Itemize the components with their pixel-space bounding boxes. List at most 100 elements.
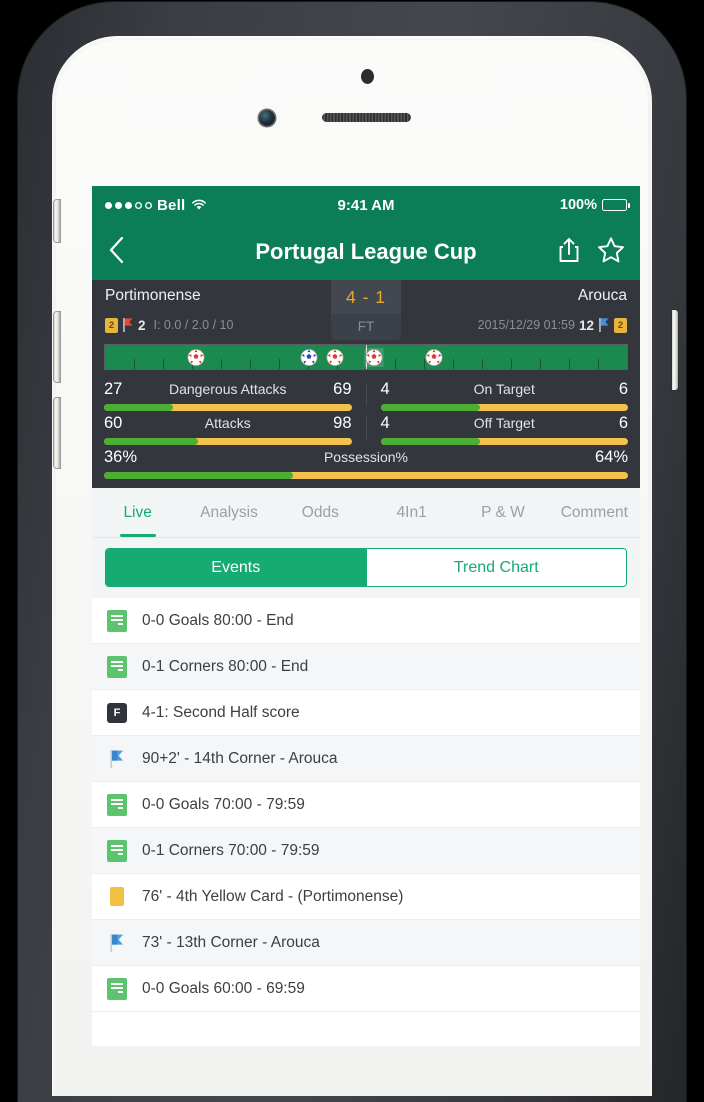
volume-up-button[interactable] [54,312,60,382]
navigation-bar: Portugal League Cup [92,224,640,280]
back-button[interactable] [106,236,134,268]
timeline-tick [569,359,570,369]
home-yellow-card-badge: 2 [105,317,118,333]
note-icon [106,839,128,863]
stats-row-1: 27 Dangerous Attacks 69 4 On Target 6 [104,377,628,411]
goal-marker-icon [424,348,443,367]
corner-flag-icon [106,747,128,771]
home-team-name: Portimonense [105,287,201,304]
goal-marker-icon [299,348,318,367]
signal-dot [125,201,132,209]
stat-on-target: 4 On Target 6 [380,377,628,411]
wifi-icon [191,199,207,211]
goal-timeline[interactable] [104,344,628,370]
goal-marker-icon [187,348,206,367]
fulltime-icon: F [106,701,128,725]
stat-possession: 36% Possession% 64% [104,445,628,479]
silent-switch[interactable] [54,200,60,242]
event-label: 0-1 Corners 80:00 - End [142,657,309,675]
note-icon [106,977,128,1001]
timeline-tick [598,359,599,369]
stat-divider [365,383,367,405]
event-label: 4-1: Second Half score [142,703,300,721]
volume-down-button[interactable] [54,398,60,468]
favorite-button[interactable] [596,235,626,270]
goal-timeline-container [92,339,640,377]
goal-marker-icon [364,348,384,367]
stat-away-value: 64% [594,448,628,466]
stat-away-value: 69 [333,380,352,398]
power-button[interactable] [672,310,678,390]
tab-analysis[interactable]: Analysis [183,488,274,537]
event-row[interactable]: F 4-1: Second Half score [92,690,640,736]
timeline-tick [453,359,454,369]
tab-odds[interactable]: Odds [275,488,366,537]
yellow-card-icon [106,885,128,909]
event-label: 76' - 4th Yellow Card - (Portimonense) [142,887,404,905]
timeline-tick [163,359,164,369]
stat-title: On Target [473,381,535,397]
match-statistics: 27 Dangerous Attacks 69 4 On Target 6 60 [92,377,640,488]
stat-bar [104,404,352,411]
segment-events[interactable]: Events [106,549,366,586]
event-row[interactable]: 73' - 13th Corner - Arouca [92,920,640,966]
stat-away-value: 98 [333,414,352,432]
timeline-tick [221,359,222,369]
home-team-meta: 2 2 I: 0.0 / 2.0 / 10 [105,317,366,333]
stat-title: Off Target [473,415,535,431]
nav-actions [556,235,626,270]
stats-row-3: 36% Possession% 64% [104,445,628,479]
blue-corner-flag-icon [598,317,610,333]
status-bar-right: 100% [560,197,630,213]
event-row[interactable]: 76' - 4th Yellow Card - (Portimonense) [92,874,640,920]
timeline-tick [279,359,280,369]
away-corner-count: 12 [578,317,594,333]
event-label: 0-0 Goals 60:00 - 69:59 [142,979,305,997]
match-datetime: 2015/12/29 01:59 [477,318,575,332]
tab-live[interactable]: Live [92,488,183,537]
stat-home-value: 4 [380,380,390,398]
tab-label: Odds [301,503,339,521]
stat-home-value: 60 [104,414,123,432]
tab-label: Live [123,503,152,521]
event-row[interactable]: 90+2' - 14th Corner - Arouca [92,736,640,782]
carrier-label: Bell [157,196,186,214]
tab-label: Comment [560,503,628,521]
stat-away-value: 6 [618,380,628,398]
tab-label: P & W [481,503,525,521]
note-icon [106,655,128,679]
signal-dot [135,202,142,209]
timeline-tick [250,359,251,369]
share-button[interactable] [556,235,582,270]
tab-p-w[interactable]: P & W [457,488,548,537]
stat-bar [104,438,352,445]
stat-title: Attacks [204,415,251,431]
status-bar: Bell 9:41 AM 100% [92,186,640,224]
segment-trend-chart[interactable]: Trend Chart [365,549,626,586]
earpiece-speaker [322,113,411,122]
timeline-tick [134,359,135,369]
tab-label: Analysis [200,503,258,521]
away-team-meta: 2015/12/29 01:59 12 2 [366,317,627,333]
stat-attacks: 60 Attacks 98 [104,411,352,445]
stat-bar [380,404,628,411]
event-label: 90+2' - 14th Corner - Arouca [142,749,338,767]
stat-home-value: 36% [104,448,138,466]
event-row[interactable]: 0-0 Goals 60:00 - 69:59 [92,966,640,1012]
match-status-label: FT [331,314,401,340]
event-row[interactable]: 0-0 Goals 70:00 - 79:59 [92,782,640,828]
event-list[interactable]: 0-0 Goals 80:00 - End 0-1 Corners 80:00 -… [92,598,640,1012]
note-icon [106,609,128,633]
event-row[interactable]: 0-1 Corners 70:00 - 79:59 [92,828,640,874]
signal-dot [115,201,122,209]
stat-bar [380,438,628,445]
match-score-header: Portimonense Arouca 4 - 1 FT 2 2 I: 0.0 … [92,280,640,340]
signal-dot [105,201,112,209]
segment-label: Events [211,558,261,576]
event-row[interactable]: 0-1 Corners 80:00 - End [92,644,640,690]
tab-bar: Live Analysis Odds 4In1 P & W Comment [92,488,640,538]
event-row[interactable]: 0-0 Goals 80:00 - End [92,598,640,644]
tab-comment[interactable]: Comment [549,488,640,537]
goal-marker-icon [325,348,344,367]
tab-4in1[interactable]: 4In1 [366,488,457,537]
